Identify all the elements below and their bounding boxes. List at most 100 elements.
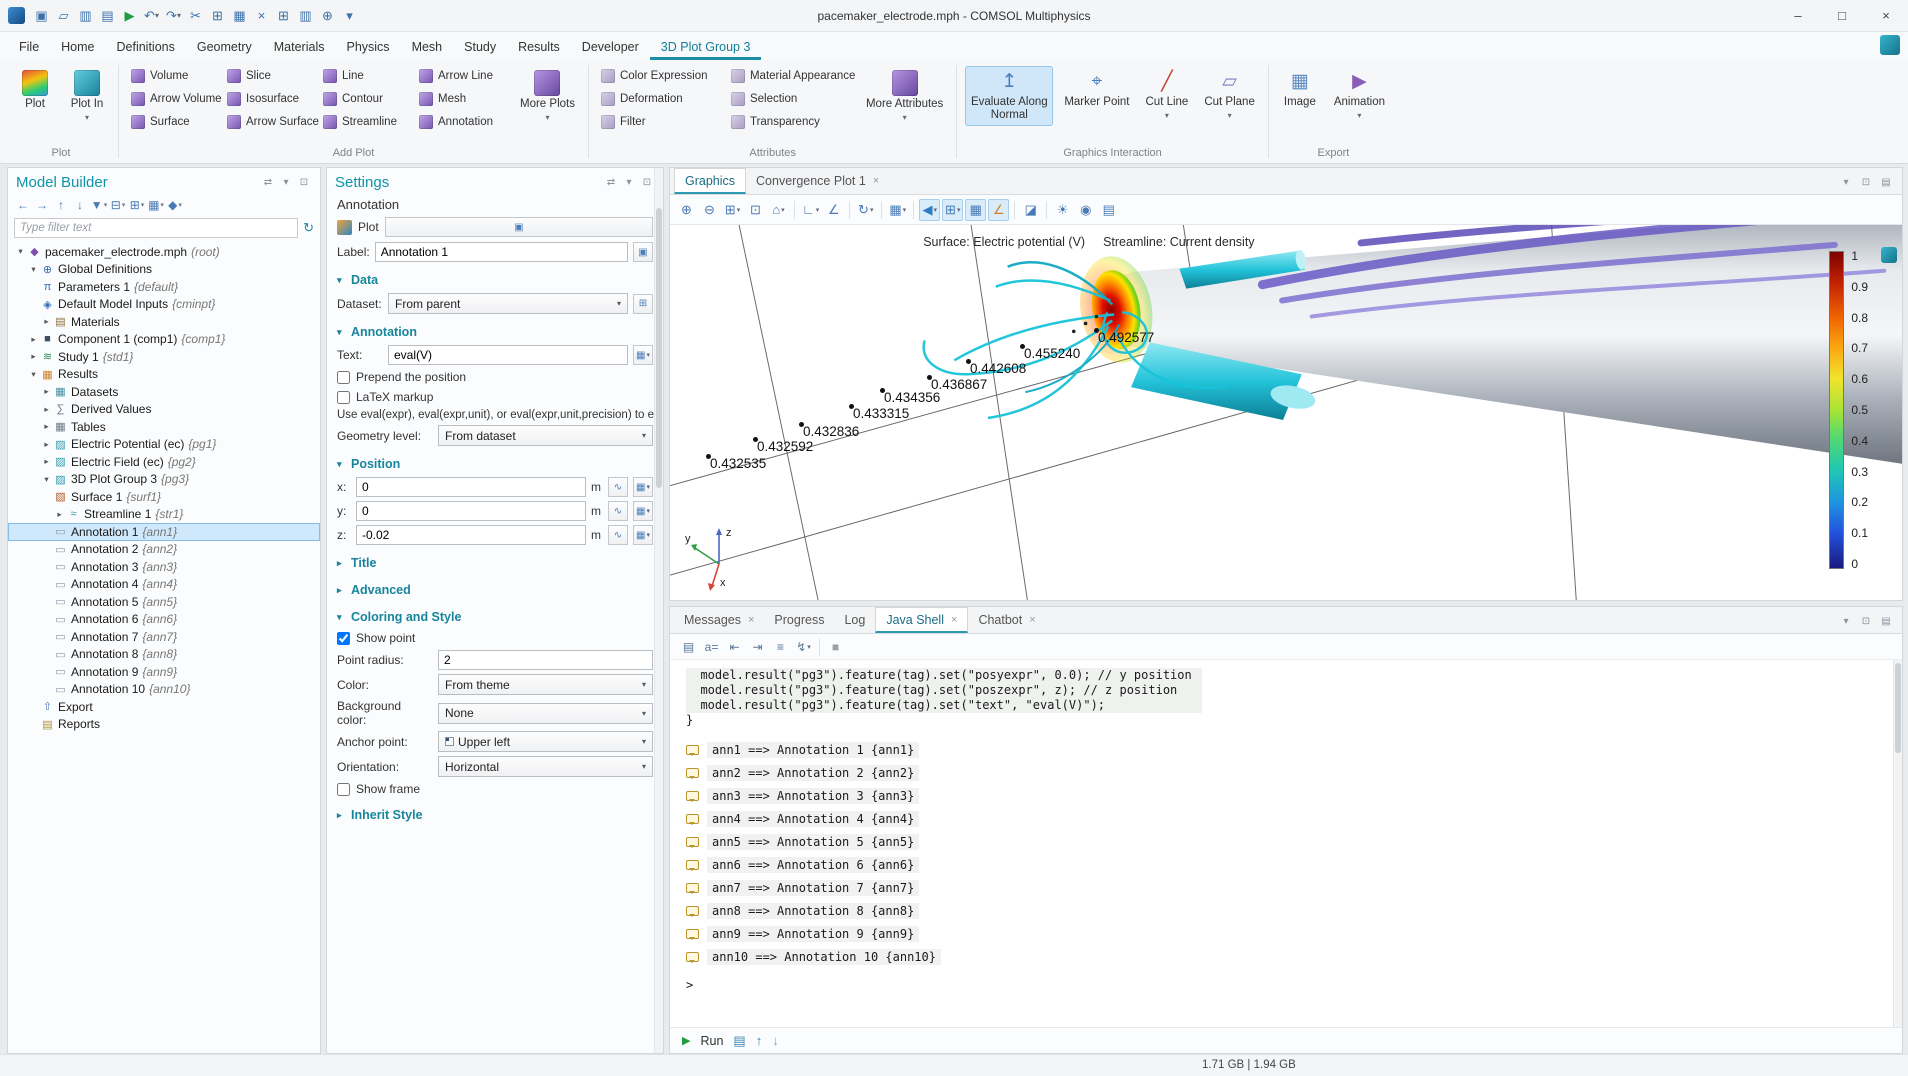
- tree-item-parameters-1[interactable]: πParameters 1{default}: [8, 278, 320, 296]
- next-command-icon[interactable]: ↓: [772, 1033, 779, 1048]
- anchor-point-select[interactable]: Upper left ▾: [438, 731, 653, 752]
- back-icon[interactable]: ←: [14, 196, 32, 214]
- select-mode-icon[interactable]: ◀▾: [919, 199, 940, 221]
- selection-button[interactable]: Selection: [727, 89, 855, 109]
- console-tab-log[interactable]: Log: [834, 607, 875, 633]
- inherit-style-section-header[interactable]: ▸ Inherit Style: [327, 799, 663, 826]
- menu-tab-developer[interactable]: Developer: [571, 35, 650, 60]
- tree-item-annotation-9[interactable]: ▭Annotation 9{ann9}: [8, 663, 320, 681]
- expand-icon[interactable]: ▸: [40, 439, 53, 450]
- data-section-header[interactable]: ▾ Data: [327, 264, 663, 291]
- arrow-surface-button[interactable]: Arrow Surface: [223, 112, 317, 132]
- copy-output-icon[interactable]: ▤: [733, 1033, 745, 1049]
- menu-tab-mesh[interactable]: Mesh: [401, 35, 454, 60]
- dataset-select[interactable]: From parent ▾: [388, 293, 628, 314]
- panel-menu-icon[interactable]: ▤: [1878, 174, 1894, 190]
- show-filter-icon[interactable]: ▼▾: [90, 196, 108, 214]
- coloring-section-header[interactable]: ▾ Coloring and Style: [327, 601, 663, 628]
- minimize-panel-icon[interactable]: ▾: [1838, 174, 1854, 190]
- run-icon[interactable]: ▶: [682, 1034, 690, 1047]
- swap-panel-icon[interactable]: ⇄: [260, 175, 276, 191]
- advanced-section-header[interactable]: ▸ Advanced: [327, 574, 663, 601]
- arrow-line-button[interactable]: Arrow Line: [415, 66, 509, 86]
- menu-tab-physics[interactable]: Physics: [335, 35, 400, 60]
- command-list-icon[interactable]: ≡: [770, 636, 791, 658]
- menu-tab-study[interactable]: Study: [453, 35, 507, 60]
- move-down-icon[interactable]: ↓: [71, 196, 89, 214]
- tree-item-annotation-3[interactable]: ▭Annotation 3{ann3}: [8, 558, 320, 576]
- panel-menu-icon[interactable]: ▤: [1878, 613, 1894, 629]
- label-input[interactable]: [375, 242, 628, 262]
- tree-item-export[interactable]: ⇧Export: [8, 698, 320, 716]
- range-button[interactable]: ∿: [608, 477, 628, 497]
- expand-icon[interactable]: ▸: [53, 509, 66, 520]
- evaluate-along-normal-button[interactable]: ↥Evaluate Along Normal: [965, 66, 1053, 126]
- rename-button[interactable]: ▣: [633, 242, 653, 262]
- animation-button[interactable]: ▶Animation▾: [1329, 66, 1390, 124]
- scrollbar-thumb[interactable]: [1895, 663, 1901, 753]
- zoom-extents-icon[interactable]: ⊡: [745, 199, 766, 221]
- expand-icon[interactable]: ▸: [27, 351, 40, 362]
- tree-item-pacemaker-electrode-mph[interactable]: ▾◆pacemaker_electrode.mph(root): [8, 243, 320, 261]
- tree-item-derived-values[interactable]: ▸∑Derived Values: [8, 401, 320, 419]
- expand-icon[interactable]: ▸: [40, 316, 53, 327]
- close-icon[interactable]: ×: [1029, 614, 1035, 626]
- tree-item-component-1-comp1[interactable]: ▸■Component 1 (comp1){comp1}: [8, 331, 320, 349]
- run-command-icon[interactable]: ↯▾: [793, 636, 814, 658]
- customize-toolbar-icon[interactable]: ▾: [339, 5, 360, 27]
- tree-item-3d-plot-group-3[interactable]: ▾▨3D Plot Group 3{pg3}: [8, 471, 320, 489]
- transparency-icon[interactable]: ◪: [1020, 199, 1041, 221]
- menu-tab-file[interactable]: File: [8, 35, 50, 60]
- forward-icon[interactable]: →: [33, 196, 51, 214]
- float-panel-icon[interactable]: ⊡: [296, 175, 312, 191]
- tree-item-annotation-2[interactable]: ▭Annotation 2{ann2}: [8, 541, 320, 559]
- mesh-button[interactable]: Mesh: [415, 89, 509, 109]
- cut-icon[interactable]: ✂: [185, 5, 206, 27]
- console-tab-java-shell[interactable]: Java Shell×: [875, 607, 968, 633]
- perspective-view-icon[interactable]: ∠: [823, 199, 844, 221]
- show-grid-icon[interactable]: ▦: [965, 199, 986, 221]
- contour-button[interactable]: Contour: [319, 89, 413, 109]
- close-button[interactable]: ×: [1864, 0, 1908, 31]
- console-tab-chatbot[interactable]: Chatbot×: [968, 607, 1045, 633]
- point-radius-input[interactable]: [438, 650, 653, 670]
- zoom-out-icon[interactable]: ⊖: [699, 199, 720, 221]
- annotation-text-input[interactable]: [388, 345, 628, 365]
- scroll-start-icon[interactable]: ⇤: [724, 636, 745, 658]
- plot-in-window-button[interactable]: ▣: [385, 217, 653, 237]
- panel-menu-icon[interactable]: ▾: [621, 175, 637, 191]
- geometry-level-select[interactable]: From dataset ▾: [438, 425, 653, 446]
- position-section-header[interactable]: ▾ Position: [327, 448, 663, 475]
- swap-panel-icon[interactable]: ⇄: [603, 175, 619, 191]
- tree-item-study-1[interactable]: ▸≋Study 1{std1}: [8, 348, 320, 366]
- expression-menu-button[interactable]: ▦ ▾: [633, 345, 653, 365]
- tree-item-surface-1[interactable]: ▧Surface 1{surf1}: [8, 488, 320, 506]
- line-button[interactable]: Line: [319, 66, 413, 86]
- scene-settings-icon[interactable]: ▦▾: [887, 199, 908, 221]
- slice-button[interactable]: Slice: [223, 66, 317, 86]
- more-plots-button[interactable]: More Plots ▾: [515, 66, 580, 126]
- deformation-button[interactable]: Deformation: [597, 89, 725, 109]
- stop-icon[interactable]: ■: [825, 636, 846, 658]
- graphics-tab-convergence-plot-1[interactable]: Convergence Plot 1×: [746, 168, 889, 194]
- scrollbar-thumb[interactable]: [656, 208, 662, 488]
- default-view-icon[interactable]: ⌂▾: [768, 199, 789, 221]
- open-icon[interactable]: ▱: [53, 5, 74, 27]
- table-display-icon[interactable]: ⊞▾: [942, 199, 963, 221]
- menu-tab-materials[interactable]: Materials: [263, 35, 336, 60]
- show-frame-checkbox[interactable]: [337, 783, 350, 796]
- run-icon[interactable]: ▶: [119, 5, 140, 27]
- volume-button[interactable]: Volume: [127, 66, 221, 86]
- show-point-checkbox[interactable]: [337, 632, 350, 645]
- orientation-select[interactable]: Horizontal ▾: [438, 756, 653, 777]
- image-button[interactable]: ▦Image: [1277, 66, 1323, 113]
- float-panel-icon[interactable]: ⊡: [639, 175, 655, 191]
- streamline-button[interactable]: Streamline: [319, 112, 413, 132]
- menu-tab-3d-plot-group-3[interactable]: 3D Plot Group 3: [650, 35, 762, 60]
- collapse-icon[interactable]: ▾: [40, 474, 53, 485]
- zoom-in-icon[interactable]: ⊕: [676, 199, 697, 221]
- z-position-input[interactable]: [356, 525, 586, 545]
- maximize-button[interactable]: □: [1820, 0, 1864, 31]
- title-section-header[interactable]: ▸ Title: [327, 547, 663, 574]
- tree-item-annotation-7[interactable]: ▭Annotation 7{ann7}: [8, 628, 320, 646]
